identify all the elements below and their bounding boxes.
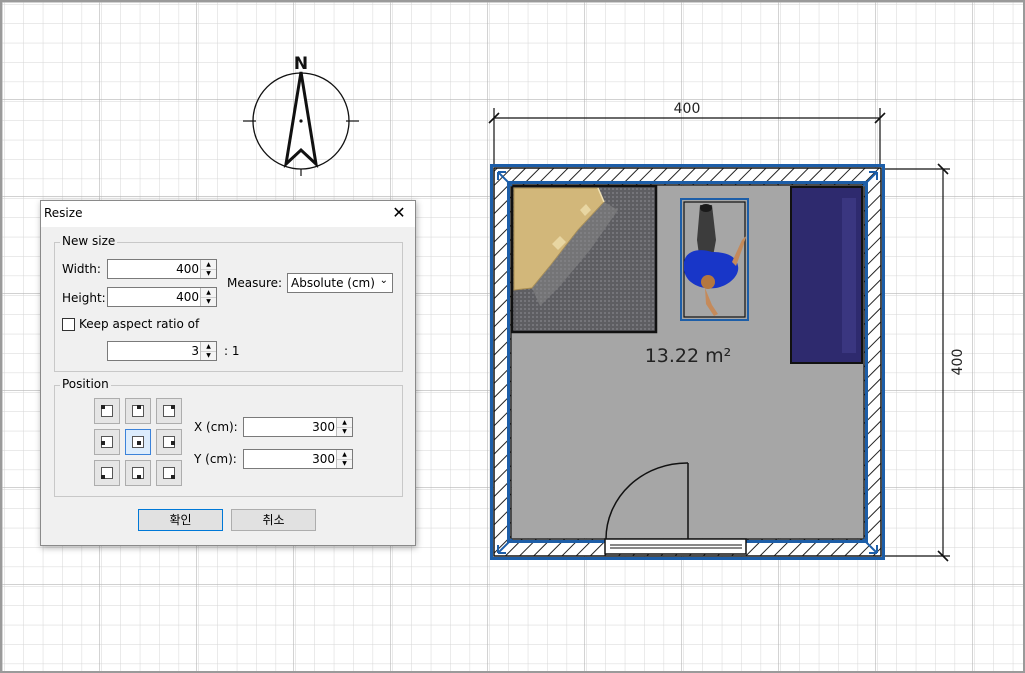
width-input[interactable]	[108, 260, 201, 278]
room-area-label: 13.22 m²	[645, 345, 732, 367]
position-legend: Position	[60, 377, 111, 391]
new-size-legend: New size	[60, 234, 118, 248]
ratio-input[interactable]	[108, 342, 201, 360]
height-label: Height:	[62, 291, 106, 305]
width-down-arrow[interactable]: ▼	[201, 269, 216, 278]
dialog-title: Resize	[44, 206, 83, 220]
y-input[interactable]	[244, 450, 337, 468]
measure-value: Absolute (cm)	[291, 276, 375, 290]
y-label: Y (cm):	[194, 452, 237, 466]
resize-dialog: Resize ✕ New size Width: ▲▼ Height: ▲▼ M…	[40, 200, 416, 546]
anchor-bottom-right[interactable]	[156, 460, 182, 486]
height-input[interactable]	[108, 288, 201, 306]
y-down-arrow[interactable]: ▼	[337, 459, 352, 468]
x-input[interactable]	[244, 418, 337, 436]
dialog-titlebar[interactable]: Resize ✕	[41, 201, 415, 227]
x-label: X (cm):	[194, 420, 238, 434]
cancel-button[interactable]: 취소	[231, 509, 316, 531]
x-down-arrow[interactable]: ▼	[337, 427, 352, 436]
measure-label: Measure:	[227, 276, 283, 290]
height-down-arrow[interactable]: ▼	[201, 297, 216, 306]
anchor-top-right[interactable]	[156, 398, 182, 424]
dimension-top-label: 400	[674, 101, 701, 117]
dimension-right-label: 400	[950, 349, 966, 376]
anchor-middle-right[interactable]	[156, 429, 182, 455]
anchor-top-left[interactable]	[94, 398, 120, 424]
ratio-spinner[interactable]: ▲▼	[107, 341, 217, 361]
measure-select[interactable]: Absolute (cm) ⌄	[287, 273, 393, 293]
keep-aspect-label[interactable]: Keep aspect ratio of	[79, 317, 199, 331]
height-spinner[interactable]: ▲▼	[107, 287, 217, 307]
ratio-down-arrow[interactable]: ▼	[201, 351, 216, 360]
anchor-center[interactable]	[125, 429, 151, 455]
close-icon[interactable]: ✕	[389, 203, 409, 223]
ok-button[interactable]: 확인	[138, 509, 223, 531]
y-spinner[interactable]: ▲▼	[243, 449, 353, 469]
width-spinner[interactable]: ▲▼	[107, 259, 217, 279]
anchor-bottom-center[interactable]	[125, 460, 151, 486]
chevron-down-icon: ⌄	[379, 275, 388, 286]
bed-furniture[interactable]	[790, 186, 863, 364]
width-label: Width:	[62, 262, 101, 276]
x-spinner[interactable]: ▲▼	[243, 417, 353, 437]
anchor-middle-left[interactable]	[94, 429, 120, 455]
anchor-bottom-left[interactable]	[94, 460, 120, 486]
compass-north-label: N	[294, 54, 308, 74]
anchor-top-center[interactable]	[125, 398, 151, 424]
desk-furniture[interactable]	[510, 184, 658, 334]
ratio-suffix: : 1	[224, 344, 240, 358]
keep-aspect-checkbox[interactable]	[62, 318, 75, 331]
